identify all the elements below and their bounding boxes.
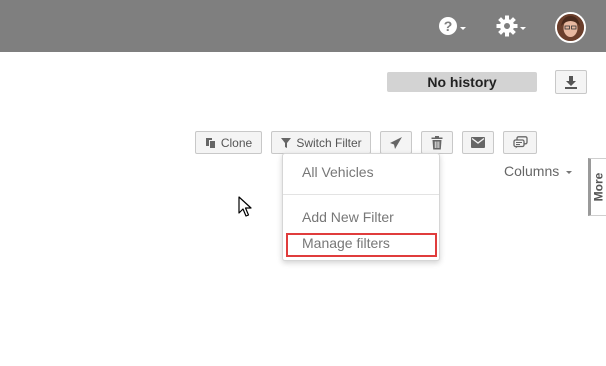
- send-icon: [390, 136, 402, 149]
- user-avatar[interactable]: [555, 12, 586, 43]
- clone-label: Clone: [220, 135, 253, 150]
- download-icon: [565, 76, 577, 89]
- clone-button[interactable]: Clone: [195, 131, 262, 154]
- menu-item-all-vehicles[interactable]: All Vehicles: [302, 164, 374, 180]
- delete-button[interactable]: [421, 131, 453, 154]
- mouse-cursor-icon: [238, 196, 252, 217]
- more-label: More: [591, 172, 606, 202]
- top-navigation-bar: ?: [0, 0, 606, 52]
- svg-text:?: ?: [444, 18, 453, 34]
- chevron-down-icon: [520, 26, 526, 30]
- history-status: No history: [387, 72, 537, 92]
- envelope-icon: [471, 137, 485, 148]
- email-button[interactable]: [462, 131, 494, 154]
- question-circle-icon: ?: [439, 17, 457, 35]
- menu-item-add-new-filter[interactable]: Add New Filter: [302, 209, 394, 225]
- columns-dropdown[interactable]: Columns: [504, 163, 573, 179]
- menu-divider: [283, 194, 439, 195]
- chevron-down-icon: [460, 26, 466, 30]
- columns-label: Columns: [504, 163, 560, 179]
- switch-filter-menu: All Vehicles Add New Filter Manage filte…: [282, 153, 440, 261]
- more-side-tab[interactable]: More: [588, 158, 606, 216]
- avatar-image: [557, 14, 584, 41]
- chevron-down-icon: [566, 170, 573, 174]
- trash-icon: [431, 135, 443, 149]
- switch-filter-button[interactable]: Switch Filter: [271, 131, 371, 154]
- filter-icon: [281, 137, 292, 148]
- gear-icon: [496, 15, 518, 37]
- menu-item-manage-filters[interactable]: Manage filters: [302, 235, 390, 251]
- copy-icon: [205, 137, 216, 149]
- comments-icon: [512, 136, 528, 149]
- help-menu[interactable]: ?: [438, 14, 470, 38]
- switch-filter-label: Switch Filter: [296, 135, 362, 150]
- download-button[interactable]: [555, 70, 587, 94]
- send-button[interactable]: [380, 131, 412, 154]
- comments-button[interactable]: [503, 131, 537, 154]
- settings-menu[interactable]: [496, 12, 528, 40]
